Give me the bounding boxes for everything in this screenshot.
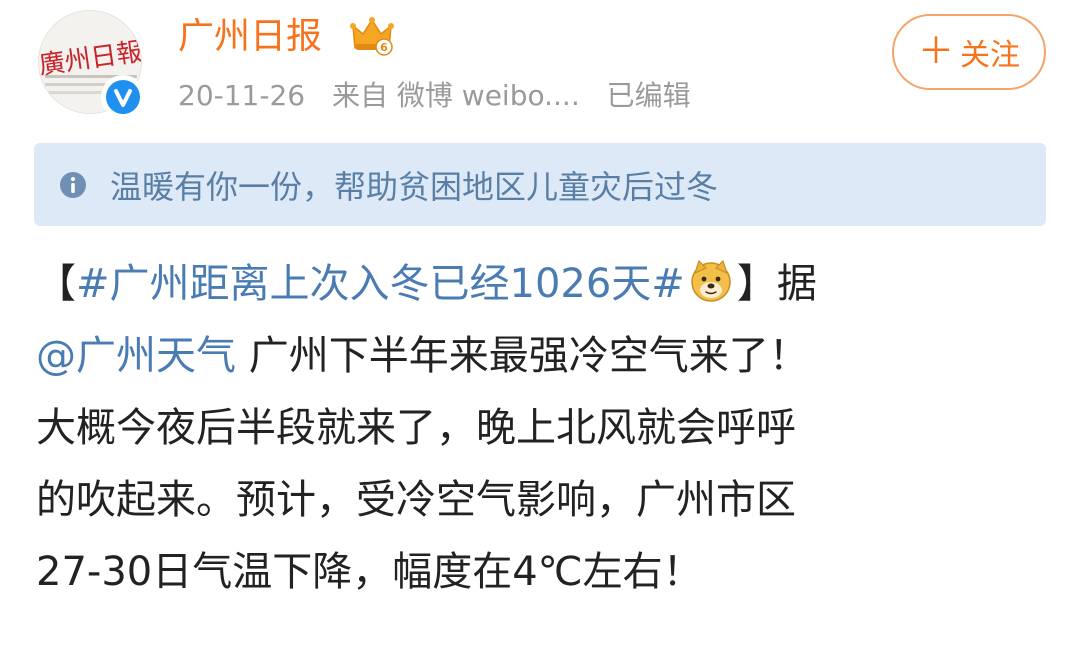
notice-text: 温暖有你一份，帮助贫困地区儿童灾后过冬 (110, 167, 719, 206)
doge-emoji-icon (689, 254, 733, 302)
follow-label: 关注 (960, 38, 1020, 73)
post-line-2-tail: 广州下半年来最强冷空气来了！ (236, 333, 809, 379)
post-line-2: @广州天气 广州下半年来最强冷空气来了！ (36, 320, 1046, 392)
info-icon (60, 171, 86, 198)
mention-link[interactable]: @广州天气 (36, 333, 236, 379)
crown-icon: 6 (350, 14, 394, 58)
notice-bar[interactable]: 温暖有你一份，帮助贫困地区儿童灾后过冬 (34, 143, 1046, 226)
post-line-4: 的吹起来。预计，受冷空气影响，广州市区 (36, 477, 796, 523)
plus-icon: ＋ (917, 31, 954, 72)
post-line-3: 大概今夜后半段就来了，晚上北风就会呼呼 (36, 405, 796, 451)
post-source[interactable]: 来自 微博 weibo.... (332, 79, 580, 112)
post-timestamp: 20-11-26 (178, 79, 306, 112)
user-name[interactable]: 广州日报 (178, 14, 322, 60)
post-line-1-tail: 据 (776, 261, 817, 307)
verified-badge-icon (101, 75, 145, 119)
post-line-1: 【#广州距离上次入冬已经1026天# 】据 (36, 248, 1046, 320)
svg-text:6: 6 (380, 41, 388, 54)
weibo-post: 廣州日報 广州日报 6 20-11-26 来自 微博 weibo.... 已编辑… (0, 0, 1080, 662)
post-content: 【#广州距离上次入冬已经1026天# 】据 @广州天气 广州下半年来最强冷空气来… (36, 248, 1046, 608)
post-line-5: 27-30日气温下降，幅度在4℃左右！ (36, 549, 703, 595)
edited-label[interactable]: 已编辑 (607, 79, 691, 112)
post-meta: 20-11-26 来自 微博 weibo.... 已编辑 (178, 76, 709, 116)
close-bracket: 】 (736, 261, 777, 307)
follow-button[interactable]: ＋ 关注 (892, 14, 1046, 90)
open-bracket: 【 (36, 261, 76, 307)
hashtag-link[interactable]: #广州距离上次入冬已经1026天# (76, 261, 685, 307)
